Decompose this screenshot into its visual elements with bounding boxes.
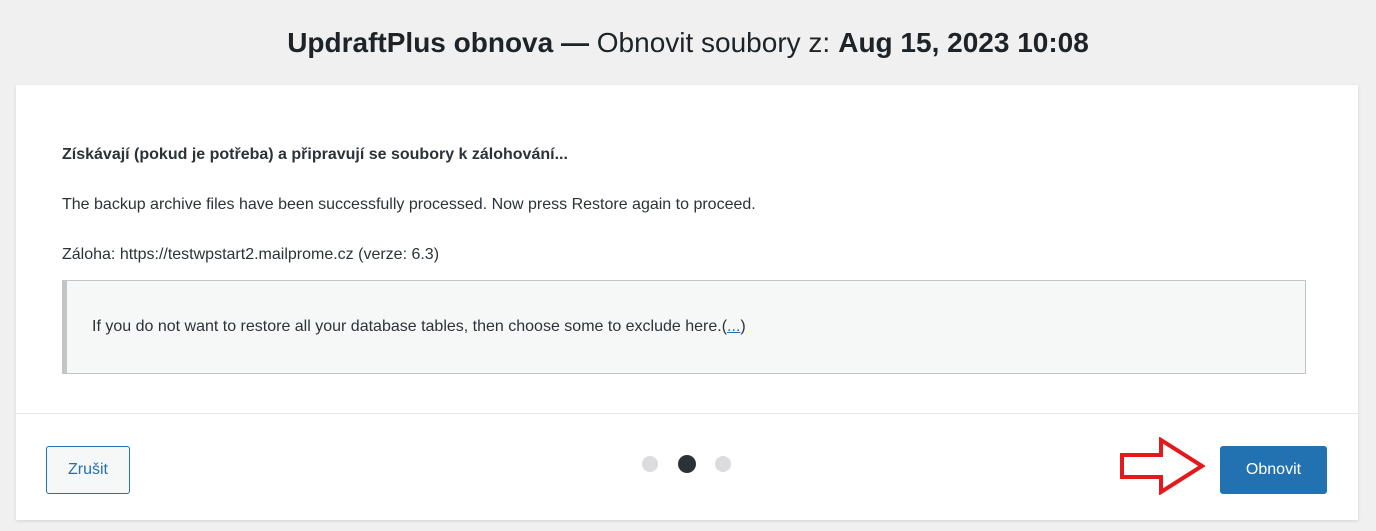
step-dot-active — [678, 455, 696, 473]
notice-link-close: ) — [740, 318, 746, 335]
preparing-heading: Získávají (pokud je potřeba) a připravuj… — [62, 146, 568, 163]
exclude-tables-link[interactable]: ... — [727, 318, 740, 335]
restore-dialog: Získávají (pokud je potřeba) a připravuj… — [16, 85, 1358, 520]
processed-message: The backup archive files have been succe… — [62, 196, 756, 213]
footer-divider — [16, 413, 1358, 414]
right-arrow-outline-icon — [1120, 437, 1205, 495]
step-dot — [642, 456, 658, 472]
title-separator: — — [553, 26, 597, 58]
backup-info: Záloha: https://testwpstart2.mailprome.c… — [62, 246, 440, 263]
restore-button[interactable]: Obnovit — [1220, 446, 1327, 494]
title-date: Aug 15, 2023 10:08 — [838, 26, 1089, 58]
step-indicator — [642, 455, 732, 474]
title-app-name: UpdraftPlus obnova — [287, 26, 554, 58]
notice-text: If you do not want to restore all your d… — [92, 318, 722, 335]
exclude-tables-notice: If you do not want to restore all your d… — [62, 280, 1306, 374]
title-action: Obnovit soubory z: — [596, 26, 831, 58]
step-dot — [715, 456, 731, 472]
dialog-title: UpdraftPlus obnova — Obnovit soubory z: … — [0, 0, 1376, 85]
notice-text-line: If you do not want to restore all your d… — [92, 318, 746, 336]
cancel-button[interactable]: Zrušit — [46, 446, 130, 494]
